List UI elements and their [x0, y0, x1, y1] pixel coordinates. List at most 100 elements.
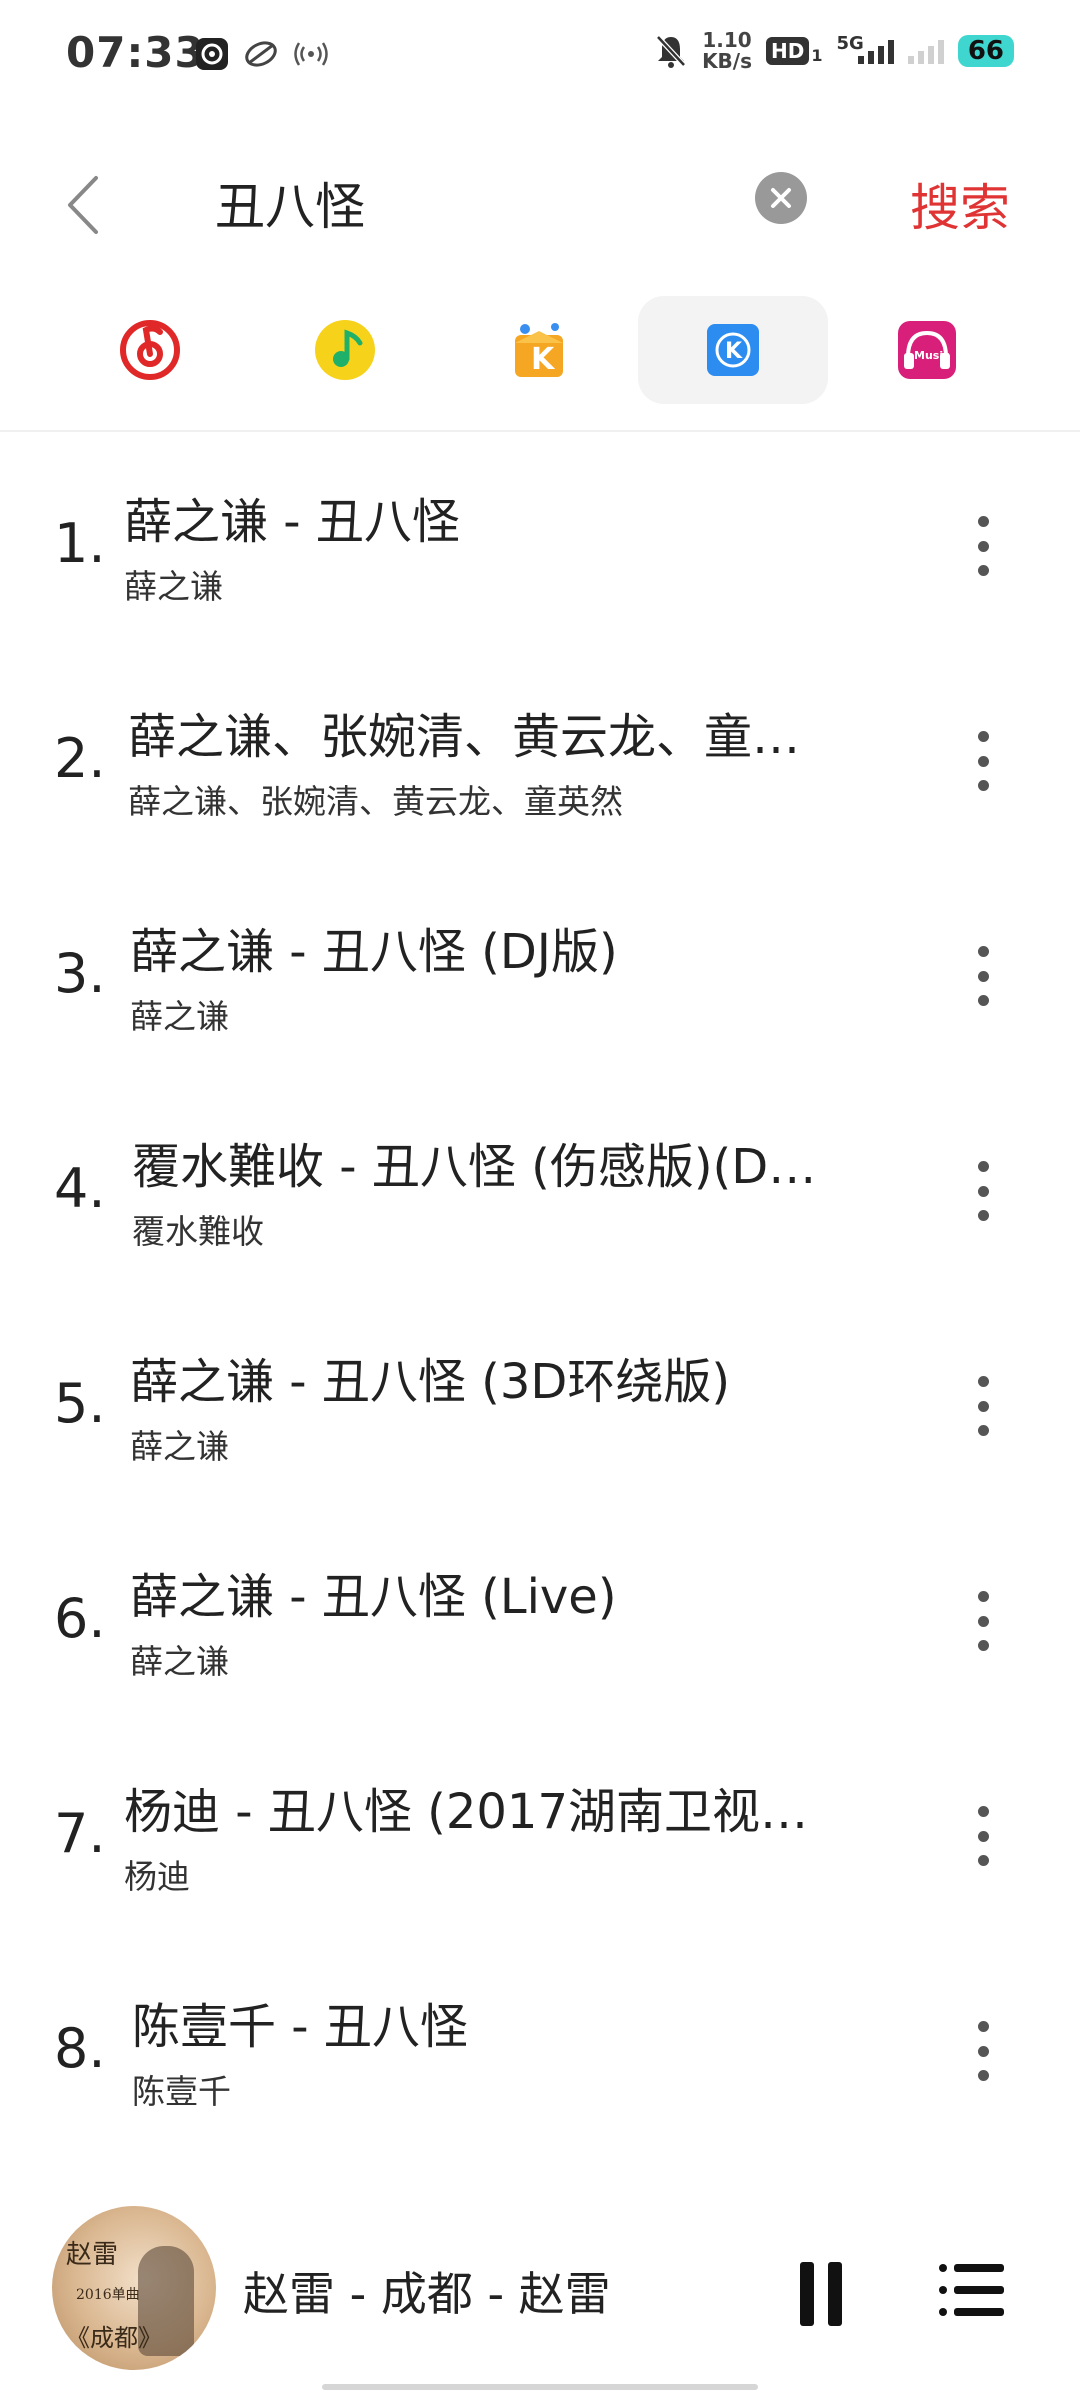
song-row[interactable]: 5. 薛之谦 - 丑八怪 (3D环绕版) 薛之谦 — [0, 1292, 1080, 1507]
search-header: 搜索 — [0, 150, 1080, 260]
album-art-year-text: 2016单曲 — [76, 2287, 140, 2303]
song-artist: 薛之谦 — [130, 1642, 229, 1681]
more-dot — [977, 1400, 989, 1412]
song-row[interactable]: 6. 薛之谦 - 丑八怪 (Live) 薛之谦 — [0, 1507, 1080, 1722]
album-art[interactable]: 赵雷 2016单曲 《成都》 — [52, 2206, 216, 2370]
more-dot — [977, 1855, 989, 1866]
more-dot — [977, 1830, 989, 1842]
migu-music-icon: Music — [898, 321, 956, 379]
kuwo-music-icon: K — [515, 323, 563, 377]
more-dot — [977, 970, 989, 982]
more-dot — [977, 2045, 989, 2057]
song-row[interactable]: 7. 杨迪 - 丑八怪 (2017湖南卫视… 杨迪 — [0, 1722, 1080, 1937]
now-playing-bar[interactable]: 赵雷 2016单曲 《成都》 赵雷 - 成都 - 赵雷 — [0, 2190, 1080, 2400]
status-right-icons: 1.10 KB/s HD 1 5G 66 — [654, 30, 1014, 72]
more-dot — [977, 1806, 989, 1817]
search-input[interactable] — [215, 168, 735, 238]
status-notification-icons — [195, 37, 329, 71]
more-dot — [977, 540, 989, 552]
home-indicator[interactable] — [322, 2384, 758, 2390]
song-index: 4. — [54, 1157, 106, 1220]
tab-kugou-music[interactable]: K — [638, 296, 828, 404]
close-icon — [771, 188, 791, 208]
more-dot — [977, 1210, 989, 1221]
more-options-button[interactable] — [968, 1806, 998, 1866]
now-playing-title: 赵雷 - 成都 - 赵雷 — [243, 2267, 611, 2321]
more-dot — [977, 565, 989, 576]
more-dot — [977, 1615, 989, 1627]
camera-app-icon — [196, 38, 228, 70]
song-title: 薛之谦 - 丑八怪 — [124, 494, 460, 550]
battery-indicator: 66 — [957, 35, 1014, 67]
net-speed-unit: KB/s — [702, 49, 753, 73]
song-title: 陈壹千 - 丑八怪 — [132, 1999, 468, 2055]
tab-kuwo-music[interactable]: K — [445, 296, 635, 404]
hd-sub: 1 — [811, 46, 823, 65]
status-bar: 07:33 1.10 KB/s HD 1 5G 66 — [0, 0, 1080, 110]
tab-migu-music[interactable]: Music — [832, 296, 1022, 404]
more-dot — [977, 1591, 989, 1602]
song-index: 7. — [54, 1802, 106, 1865]
song-artist: 薛之谦、张婉清、黄云龙、童英然 — [128, 782, 623, 821]
cloud-sync-icon — [245, 41, 277, 67]
song-row[interactable]: 8. 陈壹千 - 丑八怪 陈壹千 — [0, 1937, 1080, 2152]
song-row[interactable]: 3. 薛之谦 - 丑八怪 (DJ版) 薛之谦 — [0, 862, 1080, 1077]
more-dot — [977, 2070, 989, 2081]
song-index: 6. — [54, 1587, 106, 1650]
song-row[interactable]: 4. 覆水難收 - 丑八怪 (伤感版)(D… 覆水難收 — [0, 1077, 1080, 1292]
song-row[interactable]: 1. 薛之谦 - 丑八怪 薛之谦 — [0, 432, 1080, 647]
playlist-button[interactable] — [938, 2262, 1004, 2318]
back-button[interactable] — [58, 170, 108, 240]
more-dot — [977, 780, 989, 791]
more-dot — [977, 1185, 989, 1197]
song-index: 8. — [54, 2017, 106, 2080]
more-dot — [977, 731, 989, 742]
more-dot — [977, 1161, 989, 1172]
song-artist: 薛之谦 — [130, 1427, 229, 1466]
more-options-button[interactable] — [968, 516, 998, 576]
status-time: 07:33 — [66, 28, 205, 77]
song-index: 2. — [54, 727, 106, 790]
pause-bar — [800, 2262, 814, 2326]
chevron-left-icon — [68, 176, 98, 234]
song-index: 5. — [54, 1372, 106, 1435]
album-art-artist-text: 赵雷 — [66, 2240, 119, 2270]
more-options-button[interactable] — [968, 1591, 998, 1651]
more-dot — [977, 1640, 989, 1651]
svg-text:K: K — [531, 342, 556, 377]
song-title: 杨迪 - 丑八怪 (2017湖南卫视… — [124, 1784, 808, 1840]
song-index: 1. — [54, 512, 106, 575]
more-dot — [977, 1376, 989, 1387]
song-title: 薛之谦 - 丑八怪 (DJ版) — [130, 924, 618, 980]
net-speed-value: 1.10 — [702, 28, 752, 52]
kugou-music-icon: K — [707, 324, 759, 376]
song-artist: 薛之谦 — [130, 997, 229, 1036]
signal-strength-2-icon — [907, 38, 944, 64]
pause-bar — [828, 2262, 842, 2326]
song-artist: 薛之谦 — [124, 567, 223, 606]
more-options-button[interactable] — [968, 2021, 998, 2081]
song-artist: 杨迪 — [124, 1857, 190, 1896]
tab-netease-cloud-music[interactable] — [55, 296, 245, 404]
search-button[interactable]: 搜索 — [910, 168, 1010, 240]
more-dot — [977, 2021, 989, 2032]
qq-music-icon — [315, 320, 375, 380]
netease-cloud-music-icon — [120, 320, 180, 380]
more-options-button[interactable] — [968, 946, 998, 1006]
song-title: 薛之谦 - 丑八怪 (Live) — [130, 1569, 617, 1625]
song-row[interactable]: 2. 薛之谦、张婉清、黄云龙、童… 薛之谦、张婉清、黄云龙、童英然 — [0, 647, 1080, 862]
clear-search-button[interactable] — [755, 172, 807, 224]
more-dot — [977, 946, 989, 957]
more-options-button[interactable] — [968, 1161, 998, 1221]
hotspot-icon — [294, 42, 328, 66]
more-dot — [977, 1425, 989, 1436]
pause-button[interactable] — [800, 2262, 842, 2326]
music-source-tabs: K K Music — [0, 296, 1080, 406]
svg-text:Music: Music — [914, 349, 950, 362]
tab-qq-music[interactable] — [250, 296, 440, 404]
song-artist: 覆水難收 — [132, 1212, 264, 1251]
more-dot — [977, 755, 989, 767]
more-options-button[interactable] — [968, 1376, 998, 1436]
song-index: 3. — [54, 942, 106, 1005]
more-options-button[interactable] — [968, 731, 998, 791]
